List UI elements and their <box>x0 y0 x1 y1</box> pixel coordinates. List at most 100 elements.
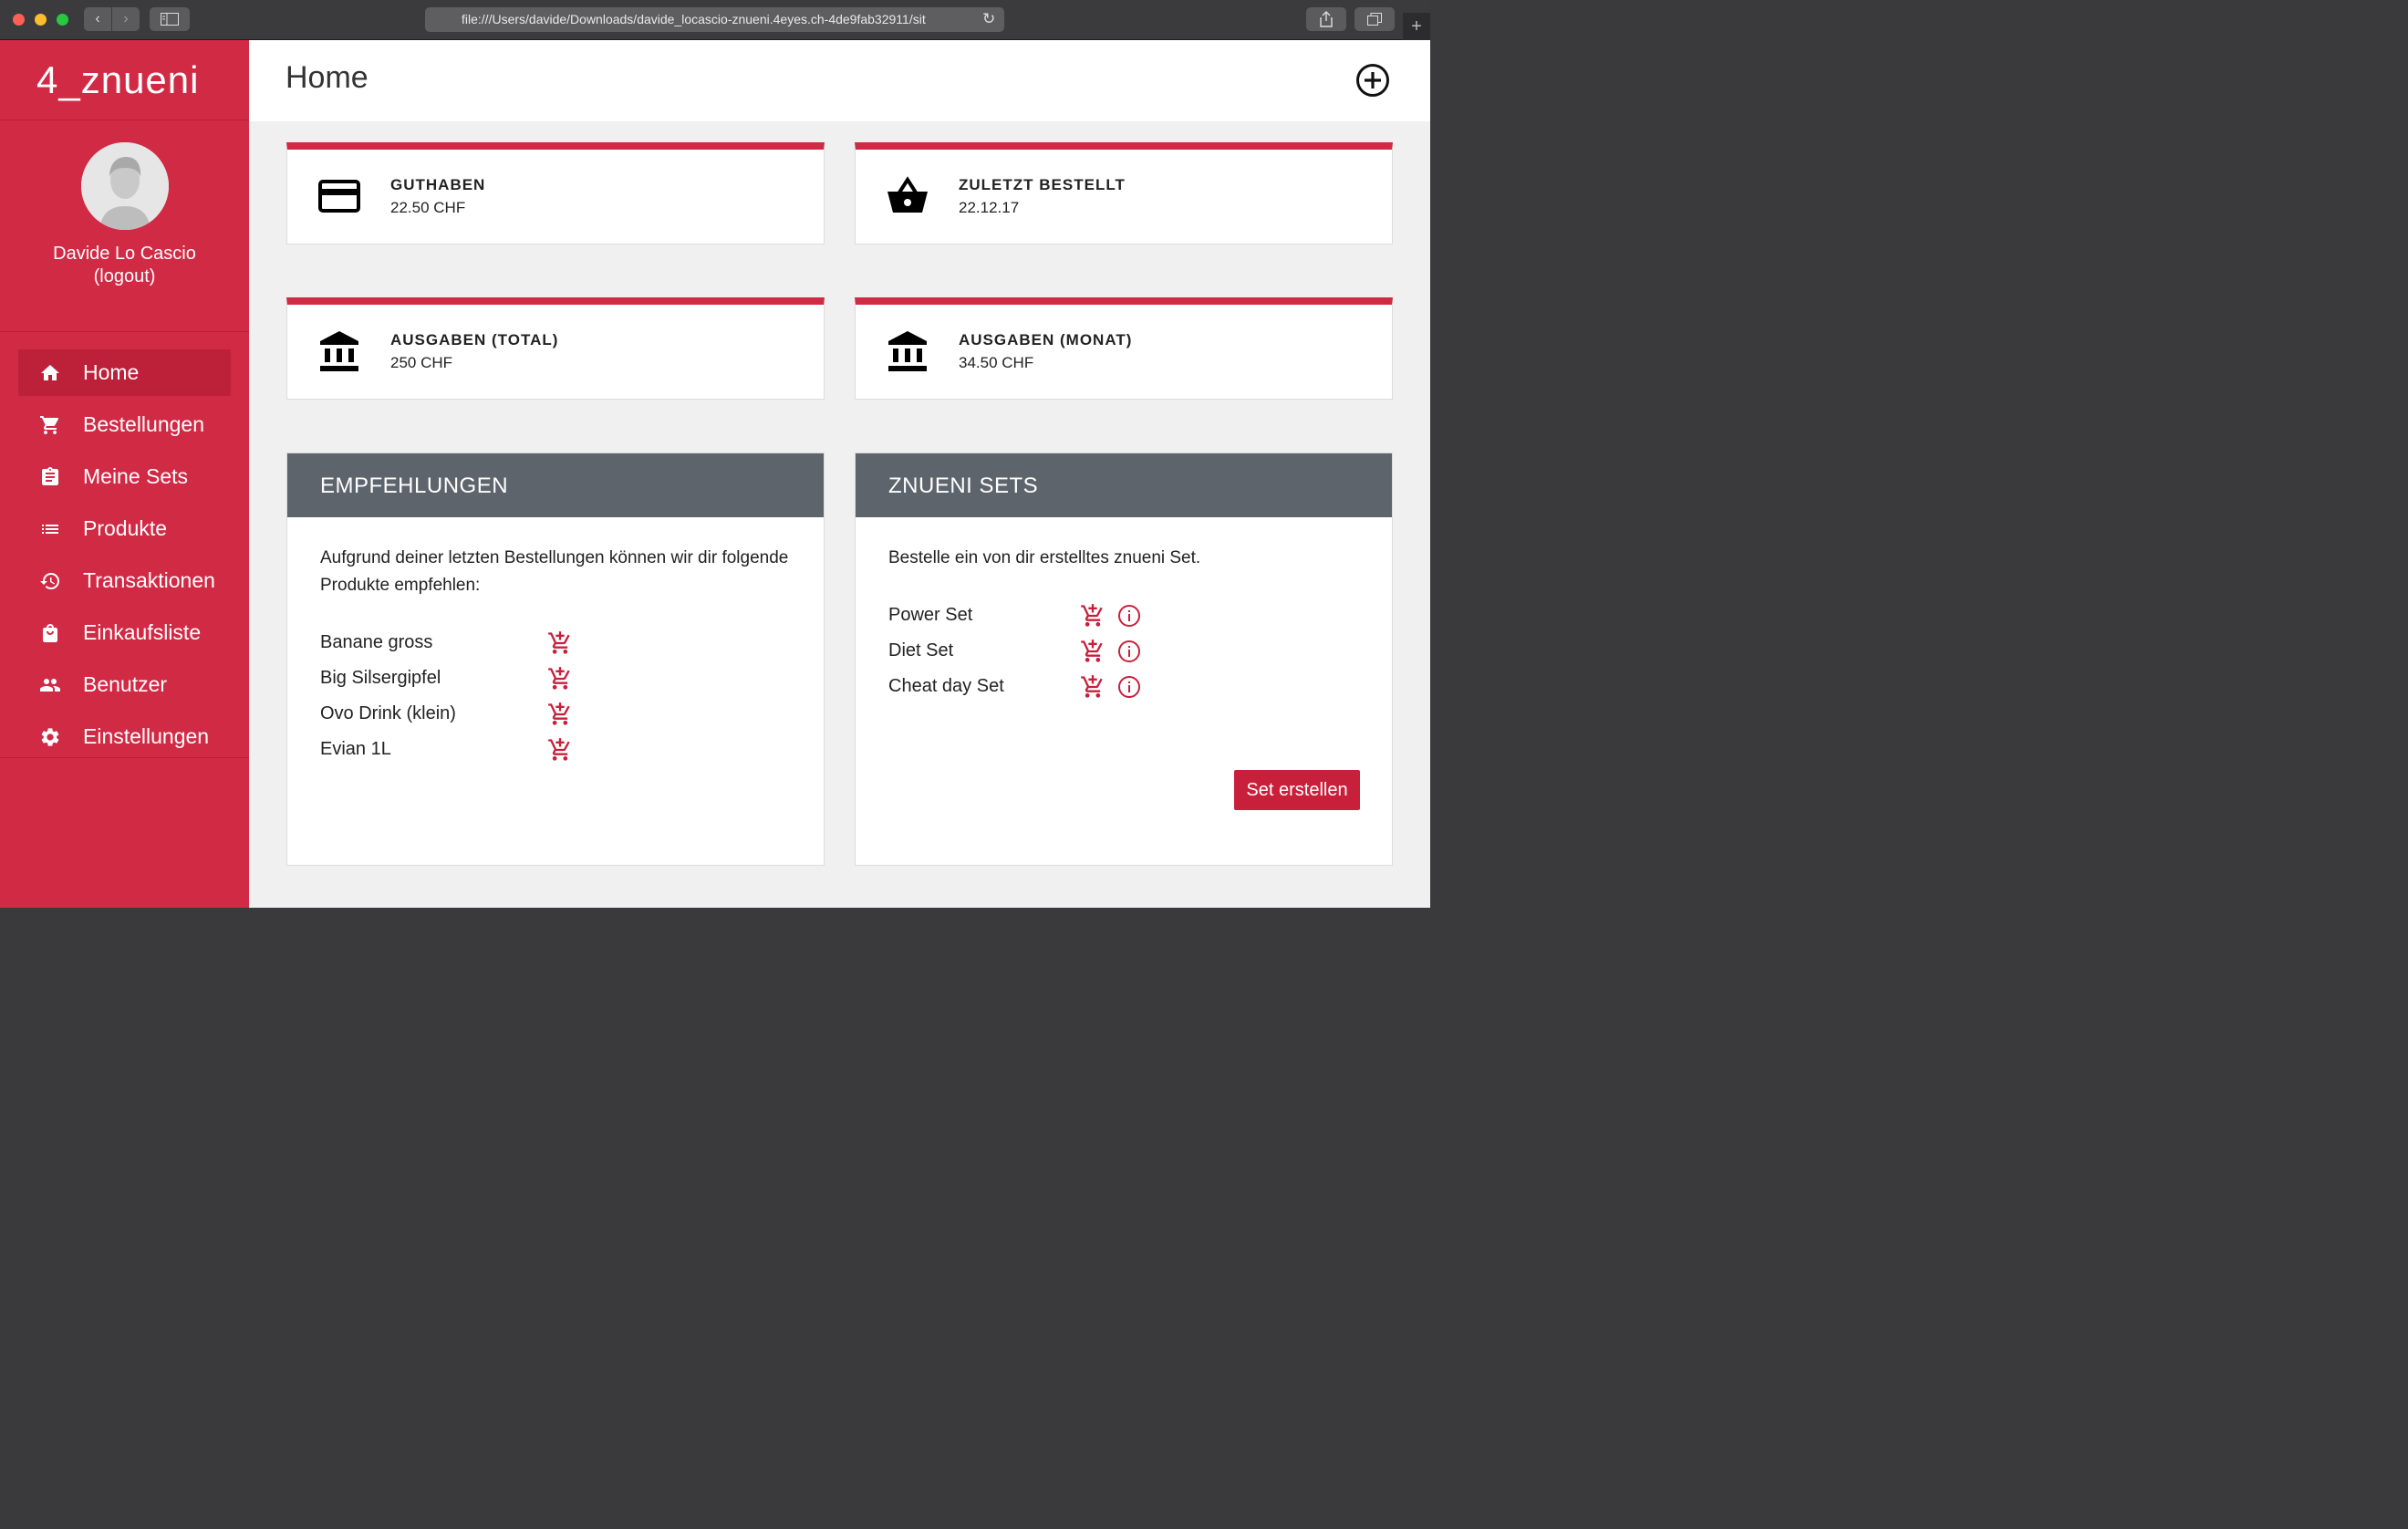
stat-title: AUSGABEN (MONAT) <box>959 331 1133 348</box>
list-item: Cheat day Set <box>888 669 1180 704</box>
stat-card-guthaben: GUTHABEN 22.50 CHF <box>286 142 825 244</box>
close-window-button[interactable] <box>13 14 25 26</box>
gear-icon <box>37 724 63 750</box>
bank-icon <box>888 331 927 371</box>
sets-list: Power Set Diet Set Cheat day Set <box>888 598 1180 704</box>
sidebar-item-produkte[interactable]: Produkte <box>18 505 231 552</box>
tabs-icon <box>1367 13 1382 26</box>
sidebar-item-label: Home <box>83 360 140 384</box>
list-item: Evian 1L <box>320 732 594 767</box>
add-to-cart-icon[interactable] <box>547 737 573 763</box>
stat-card-ausgaben-monat: AUSGABEN (MONAT) 34.50 CHF <box>855 297 1393 400</box>
add-to-cart-icon[interactable] <box>547 666 573 692</box>
sidebar-item-label: Transaktionen <box>83 568 215 592</box>
brand-logo[interactable]: 4_znueni <box>0 40 249 120</box>
zoom-window-button[interactable] <box>57 14 68 26</box>
panel-title: EMPFEHLUNGEN <box>287 453 824 517</box>
sidebar-item-einstellungen[interactable]: Einstellungen <box>18 713 231 760</box>
stat-card-ausgaben-total: AUSGABEN (TOTAL) 250 CHF <box>286 297 825 400</box>
people-icon <box>37 672 63 698</box>
recommendation-list: Banane gross Big Silsergipfel Ovo Drink … <box>320 625 594 767</box>
recommendations-panel: EMPFEHLUNGEN Aufgrund deiner letzten Bes… <box>286 452 825 866</box>
list-item: Ovo Drink (klein) <box>320 696 594 732</box>
panel-title: ZNUENI SETS <box>856 453 1392 517</box>
logout-link[interactable]: (logout) <box>0 265 249 288</box>
add-to-cart-icon[interactable] <box>1080 603 1105 629</box>
sidebar-item-label: Einstellungen <box>83 724 210 748</box>
new-tab-button[interactable]: + <box>1403 13 1430 40</box>
add-to-cart-icon[interactable] <box>1080 674 1105 700</box>
avatar <box>80 142 169 230</box>
share-icon <box>1320 11 1333 27</box>
main-content: Home GUTHABEN 22.50 CHF ZULETZT BESTELLT… <box>249 40 1430 908</box>
main-menu: Home Bestellungen Meine Sets Produkte Tr… <box>0 349 249 760</box>
tabs-overview-button[interactable] <box>1354 7 1395 31</box>
bank-icon <box>320 331 358 371</box>
list-item: Diet Set <box>888 633 1180 669</box>
info-icon[interactable] <box>1117 675 1141 699</box>
set-name: Cheat day Set <box>888 676 1004 696</box>
chevron-left-icon: ‹ <box>95 11 100 26</box>
shopping-bag-icon <box>37 620 63 646</box>
stat-title: GUTHABEN <box>390 176 486 193</box>
sidebar-item-benutzer[interactable]: Benutzer <box>18 661 231 708</box>
list-icon <box>37 516 63 542</box>
sidebar-item-home[interactable]: Home <box>18 349 231 396</box>
sidebar-toggle-button[interactable] <box>150 7 190 31</box>
sidebar: 4_znueni Davide Lo Cascio (logout) Home … <box>0 40 249 908</box>
sidebar-item-bestellungen[interactable]: Bestellungen <box>18 401 231 448</box>
stat-value: 250 CHF <box>390 354 453 371</box>
basket-icon <box>887 176 928 213</box>
back-button[interactable]: ‹ <box>84 7 111 31</box>
add-circle-icon[interactable] <box>1355 63 1390 98</box>
sidebar-item-einkaufsliste[interactable]: Einkaufsliste <box>18 609 231 656</box>
user-profile: Davide Lo Cascio (logout) <box>0 142 249 332</box>
sidebar-item-label: Einkaufsliste <box>83 620 202 644</box>
info-icon[interactable] <box>1117 604 1141 628</box>
stat-value: 22.50 CHF <box>390 199 466 216</box>
info-icon[interactable] <box>1117 640 1141 663</box>
page-header: Home <box>249 40 1430 121</box>
user-name: Davide Lo Cascio <box>53 244 196 264</box>
product-name: Big Silsergipfel <box>320 668 441 688</box>
history-icon <box>37 568 63 594</box>
set-name: Diet Set <box>888 640 954 660</box>
forward-button[interactable]: › <box>112 7 140 31</box>
reload-icon[interactable]: ↻ <box>982 8 1001 30</box>
address-bar[interactable]: file:///Users/davide/Downloads/davide_lo… <box>425 7 1004 32</box>
panel-description: Bestelle ein von dir erstelltes znueni S… <box>888 548 1201 567</box>
sidebar-item-label: Meine Sets <box>83 464 189 488</box>
credit-card-icon <box>318 180 360 213</box>
browser-toolbar: ‹ › file:///Users/davide/Downloads/david… <box>0 0 1430 40</box>
page-title: Home <box>285 60 368 95</box>
share-button[interactable] <box>1306 7 1346 31</box>
list-item: Big Silsergipfel <box>320 660 594 696</box>
sidebar-item-label: Bestellungen <box>83 412 204 436</box>
set-name: Power Set <box>888 605 973 625</box>
sidebar-icon <box>161 13 179 26</box>
sidebar-item-label: Produkte <box>83 516 168 540</box>
stat-value: 34.50 CHF <box>959 354 1034 371</box>
stat-card-zuletzt-bestellt: ZULETZT BESTELLT 22.12.17 <box>855 142 1393 244</box>
add-to-cart-icon[interactable] <box>547 702 573 727</box>
add-to-cart-icon[interactable] <box>547 630 573 656</box>
cart-icon <box>37 412 63 438</box>
panel-description: Aufgrund deiner letzten Bestellungen kön… <box>320 548 789 595</box>
sidebar-item-meine-sets[interactable]: Meine Sets <box>18 453 231 500</box>
stat-title: AUSGABEN (TOTAL) <box>390 331 559 348</box>
znueni-sets-panel: ZNUENI SETS Bestelle ein von dir erstell… <box>855 452 1393 866</box>
chevron-right-icon: › <box>123 11 129 26</box>
list-item: Power Set <box>888 598 1180 633</box>
sidebar-item-label: Benutzer <box>83 672 168 696</box>
product-name: Banane gross <box>320 632 433 652</box>
add-to-cart-icon[interactable] <box>1080 639 1105 664</box>
stat-value: 22.12.17 <box>959 199 1020 216</box>
sidebar-item-transaktionen[interactable]: Transaktionen <box>18 557 231 604</box>
create-set-button[interactable]: Set erstellen <box>1234 770 1360 810</box>
minimize-window-button[interactable] <box>35 14 47 26</box>
product-name: Evian 1L <box>320 739 391 759</box>
user-avatar-icon <box>80 142 169 230</box>
product-name: Ovo Drink (klein) <box>320 703 456 723</box>
clipboard-icon <box>37 464 63 490</box>
stat-title: ZULETZT BESTELLT <box>959 176 1126 193</box>
